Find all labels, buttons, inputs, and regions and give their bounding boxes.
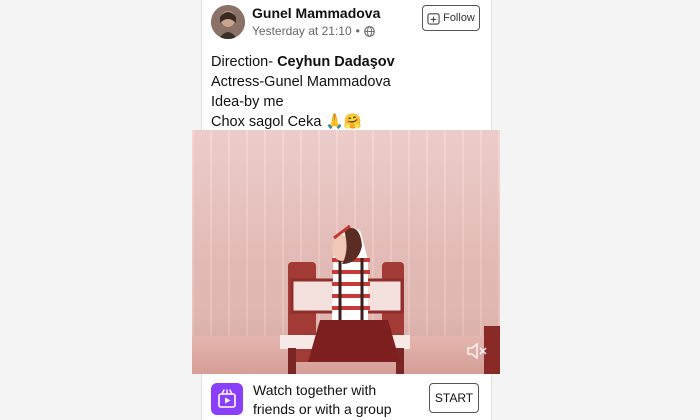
post-author-name[interactable]: Gunel Mammadova	[252, 5, 380, 21]
meta-separator: •	[355, 24, 360, 38]
caption-thanks-text: Chox sagol Ceka	[211, 114, 322, 130]
caption-line-idea: Idea-by me	[211, 94, 284, 110]
caption-line-direction: Direction- Ceyhun Dadaşov	[211, 52, 395, 72]
caption-director-name[interactable]: Ceyhun Dadaşov	[277, 54, 395, 70]
start-button[interactable]: START	[429, 383, 479, 413]
video-frame-scene	[280, 224, 500, 374]
follow-button[interactable]: Follow	[422, 5, 480, 31]
watch-together-line2: friends or with a group	[253, 401, 392, 417]
watch-party-glyph-icon	[218, 389, 236, 408]
add-follow-icon	[427, 12, 440, 25]
video-player[interactable]	[192, 130, 500, 374]
watch-party-icon[interactable]	[211, 383, 243, 415]
watch-together-text: Watch together with friends or with a gr…	[253, 381, 392, 419]
post-meta: Yesterday at 21:10 •	[252, 24, 375, 38]
avatar-photo	[211, 5, 245, 39]
caption-line-thanks: Chox sagol Ceka 🙏🤗	[211, 112, 395, 132]
caption-line-actress: Actress-Gunel Mammadova	[211, 74, 391, 90]
post-timestamp[interactable]: Yesterday at 21:10	[252, 24, 352, 38]
caption-emoji: 🙏🤗	[325, 114, 362, 130]
caption-direction-prefix: Direction-	[211, 54, 278, 70]
avatar[interactable]	[211, 5, 245, 39]
post-caption: Direction- Ceyhun Dadaşov Actress-Gunel …	[211, 52, 395, 132]
speaker-muted-icon[interactable]	[466, 342, 488, 360]
watch-together-line1: Watch together with	[253, 382, 377, 398]
follow-button-label: Follow	[443, 12, 475, 24]
globe-icon	[364, 25, 375, 37]
